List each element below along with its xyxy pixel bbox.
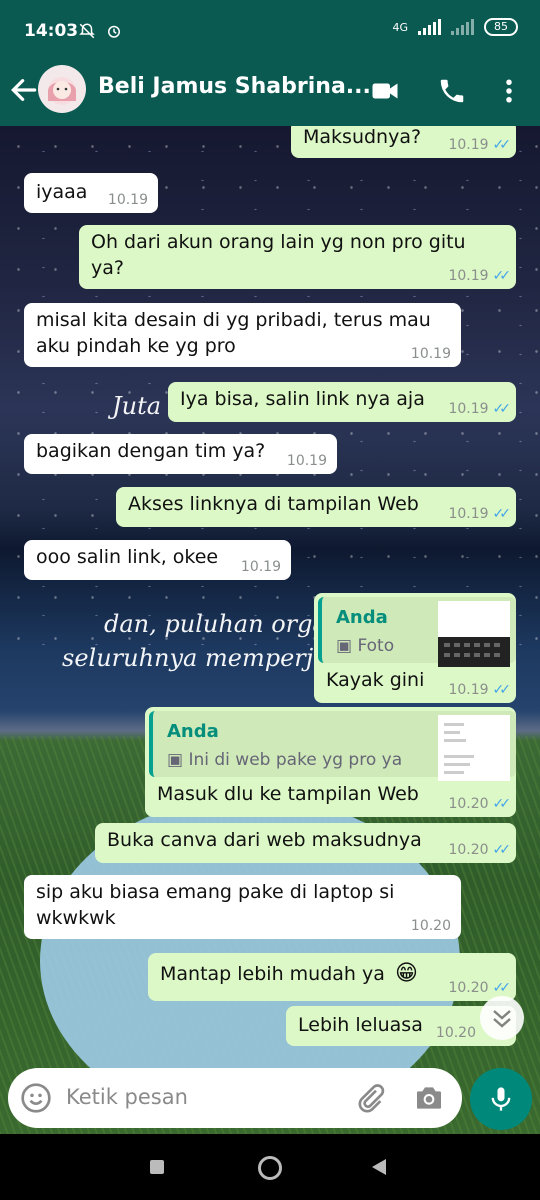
status-time: 14:03: [24, 21, 79, 41]
message-time: 10.19: [448, 682, 489, 698]
message-time: 10.20: [448, 980, 489, 996]
message-bubble-outgoing[interactable]: Iya bisa, salin link nya aja 10.19 ✓✓: [168, 382, 516, 422]
photo-thumbnail: [438, 715, 510, 781]
mute-bell-icon: [79, 22, 95, 38]
message-text: misal kita desain di yg pribadi, terus m…: [36, 309, 431, 357]
message-text: Lebih leluasa: [298, 1014, 423, 1036]
message-time: 10.20: [448, 842, 489, 858]
message-bubble-incoming[interactable]: iyaaa 10.19: [24, 173, 158, 213]
message-text: Kayak gini: [326, 669, 425, 691]
read-ticks-icon: ✓✓: [492, 980, 512, 996]
signal-2-icon: [451, 19, 474, 35]
read-ticks-icon: ✓✓: [492, 842, 512, 858]
more-vertical-icon[interactable]: [494, 76, 524, 106]
message-bubble-outgoing[interactable]: Buka canva dari web maksudnya 10.20 ✓✓: [95, 823, 516, 863]
message-bubble-outgoing[interactable]: Mantap lebih mudah ya 😁 10.20 ✓✓: [148, 953, 516, 1001]
emoji-icon[interactable]: [20, 1082, 52, 1114]
mic-icon: [491, 1087, 511, 1111]
read-ticks-icon: ✓✓: [492, 137, 512, 153]
message-bubble-incoming[interactable]: ooo salin link, okee 10.19: [24, 540, 291, 580]
message-text: Buka canva dari web maksudnya: [107, 829, 422, 851]
message-time: 10.19: [448, 506, 489, 522]
read-ticks-icon: ✓✓: [492, 401, 512, 417]
message-time: 10.19: [410, 346, 451, 362]
wallpaper-text-2: dan, puluhan orga: [104, 610, 327, 638]
message-text: ooo salin link, okee: [36, 546, 219, 568]
wallpaper-text-1: Juta: [112, 392, 162, 420]
message-bubble-outgoing-reply[interactable]: Anda ▣ Ini di web pake yg pro ya Masuk d…: [145, 707, 516, 817]
video-call-icon[interactable]: [370, 76, 400, 106]
message-time: 10.19: [448, 137, 489, 153]
message-text: Iya bisa, salin link nya aja: [180, 388, 425, 410]
read-ticks-icon: ✓✓: [492, 506, 512, 522]
message-text: iyaaa: [36, 181, 88, 203]
message-text: Maksudnya?: [303, 126, 422, 148]
read-ticks-icon: ✓✓: [492, 796, 512, 812]
photo-thumbnail: [438, 601, 510, 667]
alarm-icon: [108, 25, 121, 38]
wallpaper-text-3: seluruhnya memperj: [62, 644, 314, 672]
message-time: 10.19: [107, 192, 148, 208]
message-time: 10.19: [448, 268, 489, 284]
quoted-message[interactable]: Anda ▣ Foto: [318, 597, 516, 667]
message-time: 10.20: [410, 918, 451, 934]
message-input[interactable]: Ketik pesan: [66, 1085, 188, 1109]
read-ticks-icon: ✓✓: [492, 268, 512, 284]
quote-text: Ini di web pake yg pro ya: [188, 750, 403, 770]
phone-icon[interactable]: [437, 76, 467, 106]
quote-author: Anda: [167, 721, 219, 742]
message-time: 10.19: [448, 401, 489, 417]
notification-icons: [78, 20, 123, 40]
message-bubble-outgoing[interactable]: Akses linknya di tampilan Web 10.19 ✓✓: [116, 487, 516, 527]
message-bubble-outgoing[interactable]: Oh dari akun orang lain yg non pro gitu …: [79, 225, 516, 289]
attach-icon[interactable]: [354, 1082, 386, 1114]
network-type: 4G: [392, 20, 408, 34]
message-text: Akses linknya di tampilan Web: [128, 493, 419, 515]
message-composer[interactable]: Ketik pesan: [8, 1068, 462, 1128]
message-text: Mantap lebih mudah ya: [160, 963, 385, 985]
avatar[interactable]: [38, 65, 86, 113]
message-time: 10.19: [286, 453, 327, 469]
photo-icon: ▣: [336, 636, 353, 656]
back-button[interactable]: [370, 1158, 388, 1176]
grinning-emoji: 😁: [394, 961, 418, 986]
system-nav-bar: [0, 1136, 540, 1200]
double-chevron-down-icon: [493, 1010, 511, 1028]
message-time: 10.20: [435, 1025, 476, 1041]
message-bubble-incoming[interactable]: sip aku biasa emang pake di laptop si wk…: [24, 875, 461, 939]
chat-area[interactable]: Juta dan, puluhan orga seluruhnya memper…: [0, 126, 540, 1134]
message-time: 10.19: [240, 559, 281, 575]
photo-icon: ▣: [167, 750, 184, 770]
scroll-to-bottom-button[interactable]: [480, 996, 524, 1040]
quote-text: Foto: [357, 636, 395, 656]
contact-name[interactable]: Beli Jamus Shabrina...: [98, 74, 371, 99]
quote-author: Anda: [336, 607, 388, 628]
message-text: sip aku biasa emang pake di laptop si wk…: [36, 881, 395, 929]
status-bar: 14:03 4G 85: [0, 0, 540, 56]
quoted-message[interactable]: Anda ▣ Ini di web pake yg pro ya: [149, 711, 516, 781]
message-text: bagikan dengan tim ya?: [36, 440, 266, 462]
home-button[interactable]: [258, 1156, 282, 1180]
message-text: Oh dari akun orang lain yg non pro gitu …: [91, 231, 466, 279]
recents-button[interactable]: [150, 1160, 164, 1174]
message-bubble-outgoing[interactable]: Maksudnya? 10.19 ✓✓: [291, 126, 516, 158]
signal-icon: [418, 19, 441, 35]
chat-header: Beli Jamus Shabrina...: [0, 56, 540, 126]
message-bubble-incoming[interactable]: bagikan dengan tim ya? 10.19: [24, 434, 337, 474]
message-text: Masuk dlu ke tampilan Web: [157, 783, 419, 805]
back-arrow-icon[interactable]: [8, 74, 40, 106]
battery-icon: 85: [484, 18, 518, 36]
camera-icon[interactable]: [412, 1082, 446, 1114]
mic-button[interactable]: [470, 1068, 532, 1130]
message-time: 10.20: [448, 796, 489, 812]
read-ticks-icon: ✓✓: [492, 682, 512, 698]
message-bubble-incoming[interactable]: misal kita desain di yg pribadi, terus m…: [24, 303, 461, 367]
message-bubble-outgoing-reply[interactable]: Anda ▣ Foto Kayak gini 10.19 ✓✓: [314, 593, 516, 703]
